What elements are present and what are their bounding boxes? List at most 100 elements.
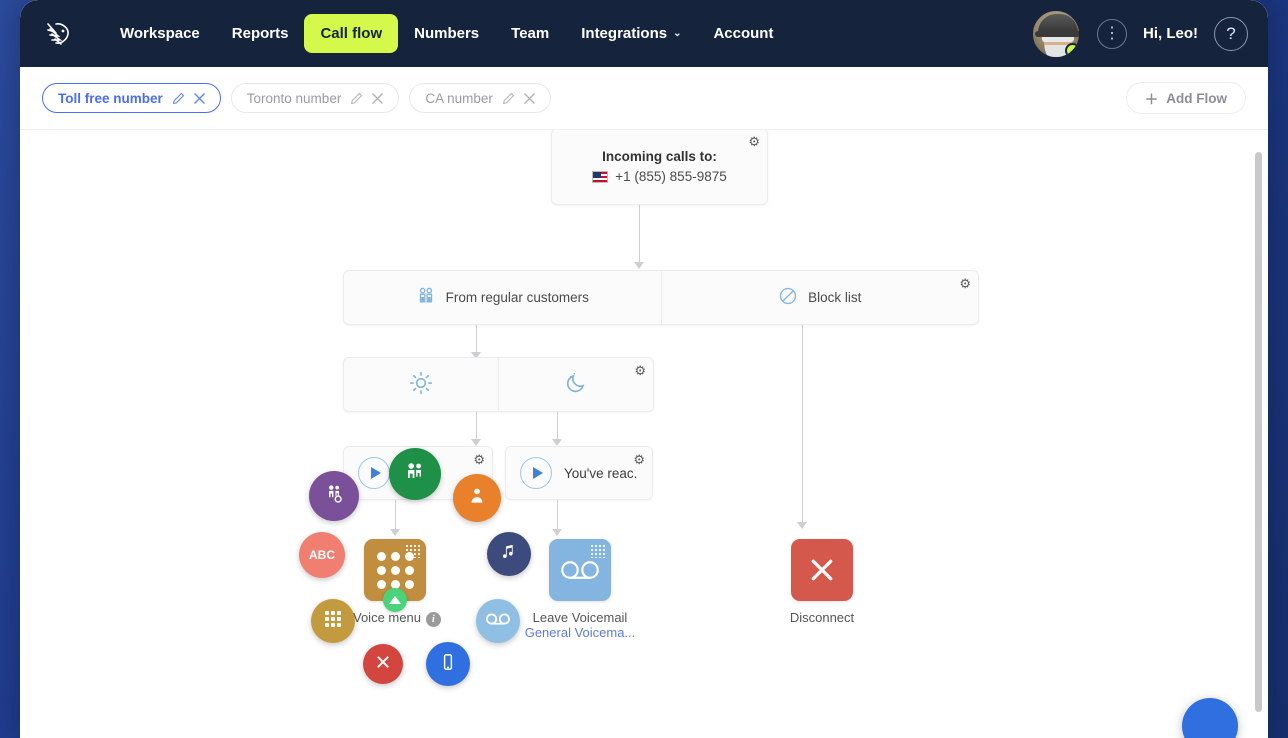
music-note-icon [500, 543, 518, 566]
vertical-dots-icon: ⋮ [1104, 25, 1120, 42]
close-x-icon[interactable] [524, 92, 535, 104]
voicemail-bubble[interactable] [476, 599, 520, 643]
more-options-button[interactable]: ⋮ [1097, 18, 1127, 49]
voicemail-label: Leave Voicemail [532, 610, 628, 625]
call-routing-icon [323, 483, 345, 510]
nav-item-call-flow[interactable]: Call flow [304, 14, 399, 53]
close-x-icon[interactable] [193, 92, 205, 104]
leave-voicemail-node[interactable]: Leave Voicemail General Voicema... [515, 539, 645, 640]
flow-tab-bar: Toll free number Toronto number CA numbe… [20, 67, 1268, 129]
info-icon[interactable]: i [425, 612, 441, 627]
user-greeting: Hi, Leo! [1143, 25, 1198, 42]
edit-pencil-icon[interactable] [172, 92, 185, 105]
gear-icon[interactable]: ⚙ [633, 453, 645, 466]
mobile-phone-icon [439, 653, 457, 676]
cancel-bubble[interactable] [363, 644, 403, 684]
nav-item-numbers[interactable]: Numbers [398, 14, 495, 53]
voice-menu-node[interactable]: Voice menu i [353, 539, 441, 627]
nav-label: Team [511, 25, 550, 42]
nav-label: Workspace [120, 25, 200, 42]
voicemail-small-icon [485, 612, 511, 631]
help-button[interactable]: ? [1214, 16, 1248, 51]
connector-arrow [471, 439, 481, 446]
connector-arrow [634, 262, 644, 269]
group-bubble[interactable] [389, 448, 441, 500]
us-flag-icon [592, 170, 609, 183]
connector-arrow [390, 529, 400, 536]
voice-menu-label: Voice menu [353, 610, 421, 625]
gear-icon[interactable]: ⚙ [959, 277, 971, 290]
flow-tab-ca-number[interactable]: CA number [409, 83, 551, 113]
close-x-icon[interactable] [372, 92, 384, 104]
app-window: Workspace Reports Call flow Numbers Team… [20, 0, 1268, 738]
chat-launcher-button[interactable] [1182, 698, 1238, 738]
gear-icon[interactable]: ⚙ [473, 453, 485, 466]
person-bubble[interactable] [453, 474, 501, 522]
play-icon[interactable] [358, 457, 390, 489]
flow-tab-label: Toll free number [58, 90, 163, 106]
mobile-bubble[interactable] [426, 642, 470, 686]
speaker-dots-icon [590, 544, 606, 558]
nav-item-reports[interactable]: Reports [216, 14, 305, 53]
connector-line [476, 325, 477, 355]
nav-item-workspace[interactable]: Workspace [104, 14, 216, 53]
connector-line [557, 412, 558, 442]
caller-filter-node[interactable]: ⚙ From regular customers Block list [343, 270, 979, 325]
dialpad-bubble[interactable] [311, 599, 355, 643]
avatar[interactable] [1031, 8, 1081, 59]
nav-right-cluster: ⋮ Hi, Leo! ? [1031, 8, 1268, 59]
upload-badge-icon [383, 588, 407, 612]
segment-daytime[interactable] [344, 358, 498, 411]
disconnect-node[interactable]: Disconnect [761, 539, 883, 625]
cancel-x-icon [375, 654, 391, 675]
voice-menu-label-row: Voice menu i [353, 610, 441, 627]
edit-pencil-icon[interactable] [502, 92, 515, 105]
two-people-icon [416, 286, 436, 309]
add-flow-button[interactable]: ＋ Add Flow [1125, 82, 1246, 114]
nav-item-integrations[interactable]: Integrations ⌄ [565, 14, 697, 53]
gear-icon[interactable]: ⚙ [634, 364, 646, 377]
disconnect-label: Disconnect [789, 610, 855, 625]
abc-bubble[interactable]: ABC [299, 532, 345, 578]
segment-block-list[interactable]: Block list [660, 271, 979, 324]
gear-icon[interactable]: ⚙ [748, 135, 760, 148]
flow-tab-label: CA number [425, 90, 493, 106]
voicemail-icon [549, 539, 611, 601]
single-person-icon [467, 486, 487, 511]
plus-icon: ＋ [1144, 92, 1159, 107]
connector-line [557, 500, 558, 532]
nav-label: Reports [231, 25, 289, 42]
main-menu: Workspace Reports Call flow Numbers Team… [104, 14, 789, 53]
add-flow-label: Add Flow [1166, 90, 1227, 106]
music-bubble[interactable] [487, 532, 531, 576]
edit-pencil-icon[interactable] [350, 92, 363, 105]
nav-label: Numbers [414, 25, 480, 42]
call-flow-canvas[interactable]: ⚙ Incoming calls to: +1 (855) 855-9875 ⚙ [20, 129, 1268, 738]
segment-nighttime[interactable] [498, 358, 653, 411]
flow-tab-toronto-number[interactable]: Toronto number [230, 83, 400, 113]
incoming-calls-node[interactable]: ⚙ Incoming calls to: +1 (855) 855-9875 [551, 130, 768, 205]
time-of-day-node[interactable]: ⚙ [343, 357, 654, 412]
chevron-down-icon: ⌄ [673, 28, 682, 39]
flow-tab-label: Toronto number [246, 90, 342, 106]
vertical-scrollbar[interactable] [1255, 152, 1262, 712]
abc-text-icon: ABC [309, 548, 335, 562]
nav-item-account[interactable]: Account [697, 14, 789, 53]
connector-line [639, 205, 640, 265]
incoming-phone-number: +1 (855) 855-9875 [615, 169, 727, 184]
call-routing-bubble[interactable] [309, 471, 359, 521]
connector-line [476, 412, 477, 442]
connector-arrow [797, 522, 807, 529]
online-status-dot [1065, 42, 1079, 57]
flow-tab-toll-free-number[interactable]: Toll free number [42, 83, 221, 113]
play-icon[interactable] [520, 457, 552, 489]
nav-item-team[interactable]: Team [495, 14, 565, 53]
segment-regular-customers[interactable]: From regular customers [344, 271, 661, 324]
connector-arrow [552, 529, 562, 536]
greeting-node-night[interactable]: ⚙ You've reac... [505, 446, 653, 500]
nav-label: Account [713, 25, 774, 42]
brand-logo-icon[interactable] [30, 17, 88, 51]
dialpad-icon [323, 609, 343, 634]
keypad-icon [364, 539, 426, 612]
voicemail-sublabel[interactable]: General Voicema... [515, 625, 645, 640]
